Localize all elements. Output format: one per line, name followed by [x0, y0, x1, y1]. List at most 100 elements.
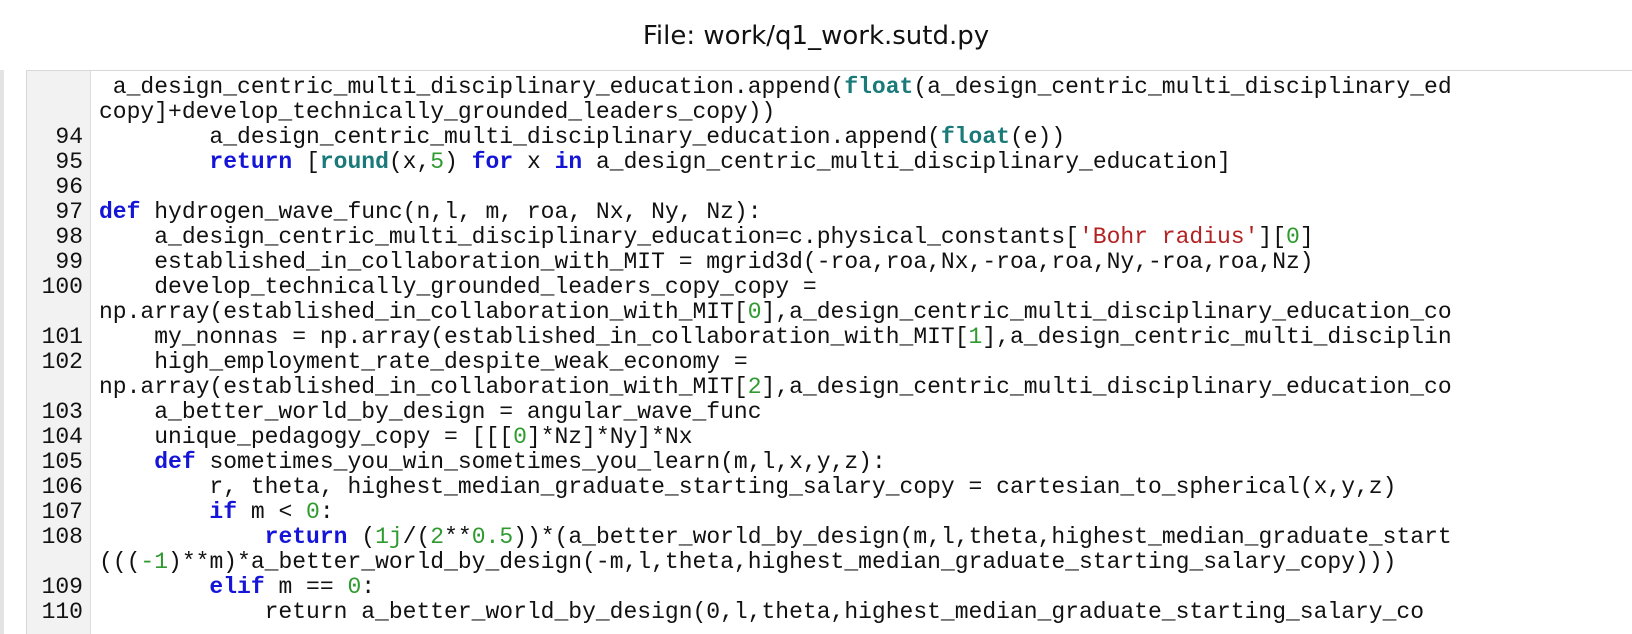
code-text: ][ — [1258, 224, 1287, 250]
line-number: 107 — [41, 499, 83, 525]
code-text: hydrogen_wave_func(n,l, m, roa, Nx, Ny, … — [140, 199, 762, 225]
code-text: copy]+develop_technically_grounded_leade… — [99, 99, 776, 125]
file-title: File: work/q1_work.sutd.py — [642, 21, 990, 51]
line-number: 94 — [55, 124, 83, 150]
keyword-token: return — [209, 149, 293, 175]
number-token: 0.5 — [471, 524, 514, 550]
keyword-token: def — [154, 449, 196, 475]
line-number: 103 — [41, 399, 83, 425]
string-token: 'Bohr radius' — [1078, 224, 1259, 250]
code-text: : — [319, 499, 334, 525]
code-text: /( — [402, 524, 431, 550]
line-code: def sometimes_you_win_sometimes_you_lear… — [99, 450, 886, 475]
code-area[interactable]: a_design_centric_multi_disciplinary_educ… — [27, 75, 1632, 625]
code-text: unique_pedagogy_copy = [[[ — [99, 424, 514, 450]
code-text: return a_better_world_by_design(0,l,thet… — [99, 599, 1425, 625]
number-token: 0 — [1286, 224, 1300, 250]
code-line[interactable]: 110 return a_better_world_by_design(0,l,… — [27, 600, 1632, 625]
line-code: unique_pedagogy_copy = [[[0]*Nz]*Ny]*Nx — [99, 424, 693, 450]
line-number: 96 — [55, 174, 83, 200]
keyword-token: def — [99, 199, 141, 225]
line-code: a_design_centric_multi_disciplinary_educ… — [99, 75, 1452, 100]
code-line[interactable]: 106 r, theta, highest_median_graduate_st… — [27, 475, 1632, 500]
code-line[interactable]: 104 unique_pedagogy_copy = [[[0]*Nz]*Ny]… — [27, 425, 1632, 450]
line-number: 98 — [55, 224, 83, 250]
code-line[interactable]: 105 def sometimes_you_win_sometimes_you_… — [27, 450, 1632, 475]
builtin-token: float — [844, 74, 914, 100]
code-line[interactable]: 96 — [27, 175, 1632, 200]
code-text: m == — [264, 574, 348, 600]
line-code: return [round(x,5) for x in a_design_cen… — [99, 149, 1231, 175]
keyword-token: for — [471, 149, 514, 175]
code-text: r, theta, highest_median_graduate_starti… — [99, 474, 1397, 500]
number-token: 0 — [747, 299, 762, 325]
code-line[interactable]: (((-1)**m)*a_better_world_by_design(-m,l… — [27, 550, 1632, 575]
number-token: -1 — [140, 549, 169, 575]
line-number: 110 — [41, 599, 83, 625]
code-line[interactable]: 99 established_in_collaboration_with_MIT… — [27, 250, 1632, 275]
code-text: my_nonnas = np.array(established_in_coll… — [99, 324, 969, 350]
line-code: develop_technically_grounded_leaders_cop… — [99, 275, 817, 300]
code-line[interactable]: 103 a_better_world_by_design = angular_w… — [27, 400, 1632, 425]
code-text: (a_design_centric_multi_disciplinary_ed — [913, 74, 1452, 100]
code-line[interactable]: 100 develop_technically_grounded_leaders… — [27, 275, 1632, 300]
code-text: m < — [237, 499, 307, 525]
line-number: 109 — [41, 574, 83, 600]
code-line[interactable]: 107 if m < 0: — [27, 500, 1632, 525]
code-line[interactable]: 98 a_design_centric_multi_disciplinary_e… — [27, 225, 1632, 250]
code-text: ((( — [99, 549, 141, 575]
keyword-token: elif — [209, 574, 265, 600]
line-code: elif m == 0: — [99, 575, 375, 600]
builtin-token: float — [940, 124, 1010, 150]
code-line[interactable]: 94 a_design_centric_multi_disciplinary_e… — [27, 125, 1632, 150]
line-number: 102 — [41, 349, 83, 375]
line-code: a_better_world_by_design = angular_wave_… — [99, 400, 761, 425]
code-text: ]*Nz]*Ny]*Nx — [526, 424, 693, 450]
line-code: (((-1)**m)*a_better_world_by_design(-m,l… — [99, 550, 1396, 575]
code-text: sometimes_you_win_sometimes_you_learn(m,… — [195, 449, 886, 475]
code-text: a_design_centric_multi_disciplinary_educ… — [99, 74, 845, 100]
line-code: np.array(established_in_collaboration_wi… — [99, 375, 1452, 400]
line-number: 100 — [41, 274, 83, 300]
code-text: ] — [1299, 224, 1314, 250]
code-text: a_design_centric_multi_disciplinary_educ… — [99, 224, 1079, 250]
code-text: [ — [292, 149, 320, 175]
code-text: ],a_design_centric_multi_disciplinary_ed… — [761, 374, 1452, 400]
number-token: 1j — [375, 524, 403, 550]
code-text: np.array(established_in_collaboration_wi… — [99, 299, 748, 325]
keyword-token: return — [264, 524, 348, 550]
code-editor[interactable]: a_design_centric_multi_disciplinary_educ… — [26, 70, 1632, 634]
line-code: r, theta, highest_median_graduate_starti… — [99, 475, 1396, 500]
code-text: a_design_centric_multi_disciplinary_educ… — [99, 124, 941, 150]
line-number: 99 — [55, 249, 83, 275]
code-text: ) — [444, 149, 472, 175]
code-line[interactable]: 101 my_nonnas = np.array(established_in_… — [27, 325, 1632, 350]
line-number: 101 — [41, 324, 83, 350]
line-code: copy]+develop_technically_grounded_leade… — [99, 100, 775, 125]
line-number: 106 — [41, 474, 83, 500]
builtin-token: round — [319, 149, 389, 175]
line-code: return a_better_world_by_design(0,l,thet… — [99, 600, 1424, 625]
keyword-token: in — [554, 149, 583, 175]
line-number: 108 — [41, 524, 83, 550]
code-line[interactable]: 95 return [round(x,5) for x in a_design_… — [27, 150, 1632, 175]
code-line[interactable]: np.array(established_in_collaboration_wi… — [27, 300, 1632, 325]
code-line[interactable]: a_design_centric_multi_disciplinary_educ… — [27, 75, 1632, 100]
line-code: return (1j/(2**0.5))*(a_better_world_by_… — [99, 525, 1452, 550]
code-line[interactable]: np.array(established_in_collaboration_wi… — [27, 375, 1632, 400]
code-line[interactable]: 102 high_employment_rate_despite_weak_ec… — [27, 350, 1632, 375]
code-line[interactable]: 109 elif m == 0: — [27, 575, 1632, 600]
code-line[interactable]: copy]+develop_technically_grounded_leade… — [27, 100, 1632, 125]
code-text: (e)) — [1009, 124, 1066, 150]
code-line[interactable]: 97 def hydrogen_wave_func(n,l, m, roa, Nx… — [27, 200, 1632, 225]
code-text: a_design_centric_multi_disciplinary_educ… — [582, 149, 1231, 175]
code-text: ],a_design_centric_multi_disciplin — [982, 324, 1452, 350]
code-text: : — [361, 574, 376, 600]
keyword-token: if — [209, 499, 238, 525]
code-line[interactable]: 108 return (1j/(2**0.5))*(a_better_world… — [27, 525, 1632, 550]
line-code: def hydrogen_wave_func(n,l, m, roa, Nx, … — [99, 200, 762, 225]
